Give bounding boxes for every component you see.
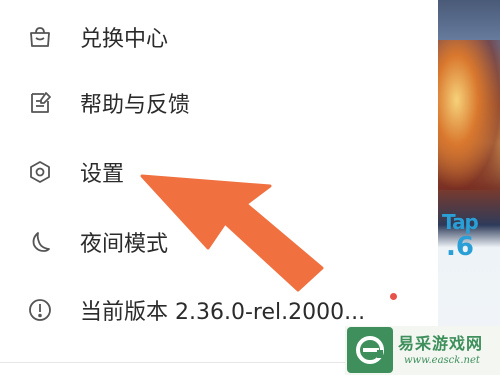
menu-label: 兑换中心 (80, 27, 169, 52)
shopping-bag-icon (26, 23, 54, 51)
moon-icon (26, 228, 54, 256)
edit-note-icon (26, 89, 54, 117)
game-number-fragment: .6 (446, 232, 474, 262)
info-circle-icon (26, 296, 54, 324)
hexagon-settings-icon (26, 158, 54, 186)
menu-item-night-mode[interactable]: 夜间模式 (0, 213, 438, 271)
menu-label: 夜间模式 (80, 232, 169, 257)
menu-label: 帮助与反馈 (80, 93, 191, 118)
watermark-url: www.easck.net (404, 355, 480, 366)
menu-item-exchange-center[interactable]: 兑换中心 (0, 8, 438, 66)
watermark-site-name: 易采游戏网 (398, 334, 484, 353)
game-title-fragment: Tap (442, 210, 479, 234)
menu-label: 当前版本 2.36.0-rel.2000... (80, 300, 366, 325)
update-badge-dot (390, 293, 397, 300)
game-artwork (438, 40, 500, 190)
menu-label: 设置 (80, 162, 125, 187)
menu-item-help-feedback[interactable]: 帮助与反馈 (0, 74, 438, 132)
background-app-preview: Tap .6 (438, 0, 500, 375)
side-drawer: 兑换中心 帮助与反馈 设置 夜间模式 当前版本 2.36.0-rel.2000.… (0, 0, 438, 375)
watermark-logo-icon (347, 327, 393, 373)
menu-item-settings[interactable]: 设置 (0, 143, 438, 201)
